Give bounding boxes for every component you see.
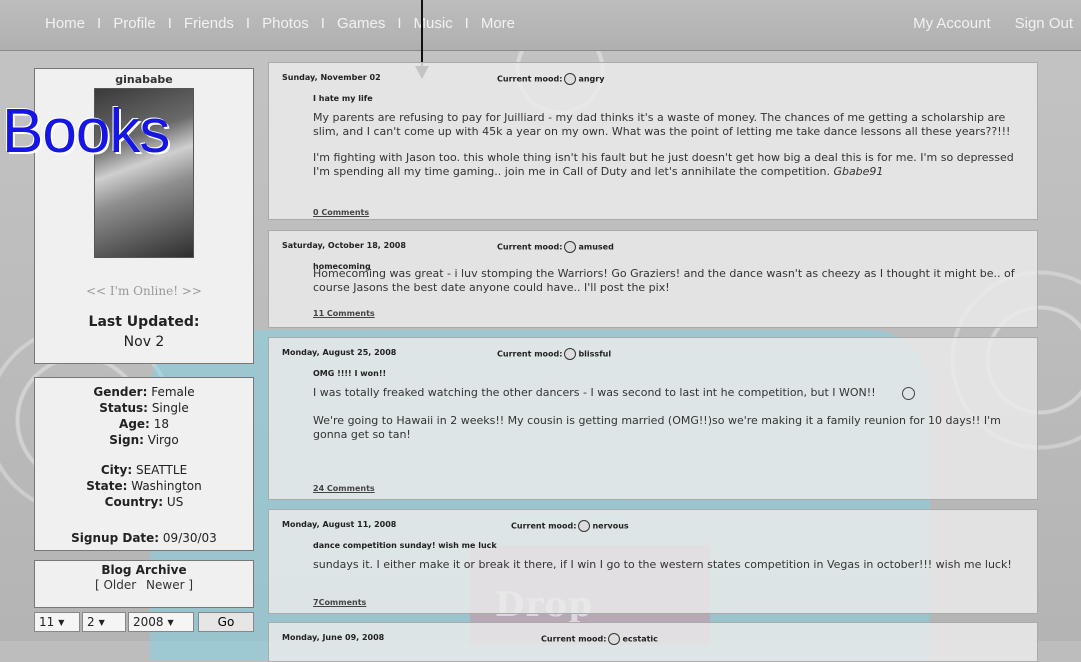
nav-home[interactable]: Home bbox=[45, 15, 85, 32]
sign-label: Sign: bbox=[109, 433, 144, 447]
nervous-face-icon bbox=[578, 520, 591, 532]
post-title[interactable]: I hate my life bbox=[313, 94, 373, 103]
post-paragraph: sundays it. I either make it or break it… bbox=[313, 558, 1012, 571]
sign-value: Virgo bbox=[147, 433, 179, 447]
chevron-down-icon: ▼ bbox=[167, 617, 174, 627]
archive-controls: 11 ▼ 2 ▼ 2008 ▼ Go bbox=[34, 612, 254, 636]
status-value: Single bbox=[151, 401, 189, 415]
age-label: Age: bbox=[119, 417, 150, 431]
profile-info-box: Gender: Female Status: Single Age: 18 Si… bbox=[34, 377, 254, 551]
post-body: Homecoming was great - i luv stomping th… bbox=[313, 267, 1029, 307]
country-label: Country: bbox=[104, 495, 164, 509]
blog-posts: Sunday, November 02 Current mood: angry I… bbox=[268, 62, 1038, 662]
post-title[interactable]: OMG !!!! I won!! bbox=[313, 369, 386, 378]
signup-value: 09/30/03 bbox=[162, 531, 217, 545]
nav-music[interactable]: Music bbox=[414, 15, 453, 32]
post-date: Monday, August 25, 2008 bbox=[282, 348, 397, 357]
nav-sign-out[interactable]: Sign Out bbox=[1015, 15, 1073, 32]
blog-post: Monday, August 11, 2008 Current mood: ner… bbox=[268, 509, 1038, 614]
chevron-down-icon: ▼ bbox=[98, 617, 105, 627]
last-updated-label: Last Updated: bbox=[88, 314, 200, 330]
blog-post: Saturday, October 18, 2008 Current mood:… bbox=[268, 230, 1038, 328]
nav-photos[interactable]: Photos bbox=[262, 15, 309, 32]
post-mood: Current mood: blissful bbox=[497, 348, 612, 360]
post-mood: Current mood: amused bbox=[497, 241, 614, 253]
nav-left: Home I Profile I Friends I Photos I Games I M… bbox=[45, 15, 516, 32]
year-select[interactable]: 2008 ▼ bbox=[128, 612, 194, 632]
post-comments-link[interactable]: 0 Comments bbox=[313, 208, 369, 217]
city-value: SEATTLE bbox=[135, 463, 188, 477]
online-status: << I'm Online! >> bbox=[86, 284, 202, 298]
age-value: 18 bbox=[153, 417, 169, 431]
blog-archive-title: Blog Archive bbox=[101, 563, 187, 577]
post-date: Sunday, November 02 bbox=[282, 73, 381, 82]
blog-post: Sunday, November 02 Current mood: angry I… bbox=[268, 62, 1038, 220]
day-select[interactable]: 2 ▼ bbox=[82, 612, 126, 632]
post-paragraph: Homecoming was great - i luv stomping th… bbox=[313, 267, 1015, 294]
chevron-down-icon: ▼ bbox=[58, 617, 65, 627]
blog-post: Monday, June 09, 2008 Current mood: ecsta… bbox=[268, 622, 1038, 662]
books-callout-label: Books bbox=[2, 97, 170, 166]
post-mood: Current mood: ecstatic bbox=[541, 633, 658, 645]
top-nav: Home I Profile I Friends I Photos I Games I M… bbox=[0, 0, 1081, 51]
post-paragraph: I was totally freaked watching the other… bbox=[313, 386, 1029, 400]
nav-profile[interactable]: Profile bbox=[113, 15, 156, 32]
nav-my-account[interactable]: My Account bbox=[913, 15, 991, 32]
go-button[interactable]: Go bbox=[198, 612, 254, 632]
state-value: Washington bbox=[131, 479, 202, 493]
post-comments-link[interactable]: 7Comments bbox=[313, 598, 366, 607]
nav-friends[interactable]: Friends bbox=[184, 15, 234, 32]
profile-username[interactable]: ginababe bbox=[35, 73, 253, 86]
blog-archive-box: Blog Archive [ Older Newer ] bbox=[34, 560, 254, 608]
post-comments-link[interactable]: 24 Comments bbox=[313, 484, 375, 493]
angry-face-icon bbox=[564, 73, 577, 85]
archive-newer-link[interactable]: Newer ] bbox=[146, 578, 193, 592]
last-updated-date: Nov 2 bbox=[123, 334, 165, 350]
post-signature: Gbabe91 bbox=[833, 165, 884, 178]
nav-games[interactable]: Games bbox=[337, 15, 385, 32]
blog-post: Monday, August 25, 2008 Current mood: bli… bbox=[268, 337, 1038, 500]
city-label: City: bbox=[100, 463, 133, 477]
amused-face-icon bbox=[564, 241, 577, 253]
state-label: State: bbox=[86, 479, 128, 493]
country-value: US bbox=[166, 495, 184, 509]
post-mood: Current mood: angry bbox=[497, 73, 605, 85]
post-date: Saturday, October 18, 2008 bbox=[282, 241, 406, 250]
post-body: My parents are refusing to pay for Juill… bbox=[313, 111, 1029, 191]
post-body: I was totally freaked watching the other… bbox=[313, 386, 1029, 454]
post-title[interactable]: dance competition sunday! wish me luck bbox=[313, 541, 497, 550]
post-comments-link[interactable]: 11 Comments bbox=[313, 309, 375, 318]
post-paragraph: I'm fighting with Jason too. this whole … bbox=[313, 151, 1014, 178]
status-label: Status: bbox=[99, 401, 148, 415]
archive-older-link[interactable]: [ Older bbox=[95, 578, 136, 592]
callout-arrow-line bbox=[421, 0, 423, 70]
smiley-icon bbox=[901, 386, 915, 400]
gender-label: Gender: bbox=[93, 385, 148, 399]
post-body: sundays it. I either make it or break it… bbox=[313, 558, 1029, 584]
post-paragraph: We're going to Hawaii in 2 weeks!! My co… bbox=[313, 414, 1001, 441]
month-select[interactable]: 11 ▼ bbox=[34, 612, 80, 632]
gender-value: Female bbox=[151, 385, 195, 399]
post-date: Monday, August 11, 2008 bbox=[282, 520, 397, 529]
nav-more[interactable]: More bbox=[481, 15, 515, 32]
ecstatic-face-icon bbox=[608, 633, 621, 645]
post-mood: Current mood: nervous bbox=[511, 520, 629, 532]
nav-right: My Account Sign Out bbox=[913, 15, 1073, 32]
blissful-face-icon bbox=[564, 348, 577, 360]
post-paragraph: My parents are refusing to pay for Juill… bbox=[313, 111, 1011, 138]
signup-label: Signup Date: bbox=[71, 531, 160, 545]
